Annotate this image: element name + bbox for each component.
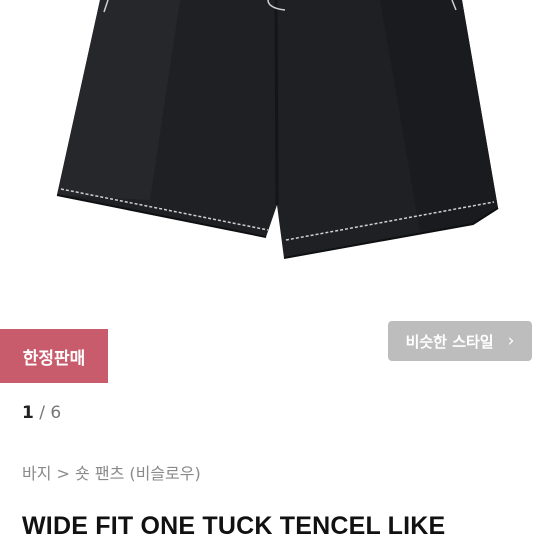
limited-sale-badge-label: 한정판매 — [22, 348, 86, 369]
shorts-photo — [56, 0, 499, 259]
chevron-right-icon: › — [507, 331, 515, 351]
product-title: WIDE FIT ONE TUCK TENCEL LIKE — [22, 512, 446, 540]
product-image[interactable] — [0, 0, 554, 300]
image-counter: 1 / 6 — [22, 403, 61, 423]
image-counter-total: 6 — [50, 403, 62, 423]
image-counter-separator: / — [39, 403, 45, 423]
breadcrumb-category[interactable]: 바지 — [22, 464, 51, 483]
breadcrumb: 바지 > 숏 팬츠 (비슬로우) — [22, 460, 201, 484]
similar-style-label: 비슷한 스타일 — [405, 332, 494, 351]
image-counter-current: 1 — [22, 403, 34, 423]
limited-sale-badge: 한정판매 — [0, 329, 108, 383]
breadcrumb-subcategory[interactable]: 숏 팬츠 (비슬로우) — [75, 464, 201, 483]
breadcrumb-separator: > — [56, 464, 70, 483]
similar-style-button[interactable]: 비슷한 스타일 › — [388, 321, 532, 361]
